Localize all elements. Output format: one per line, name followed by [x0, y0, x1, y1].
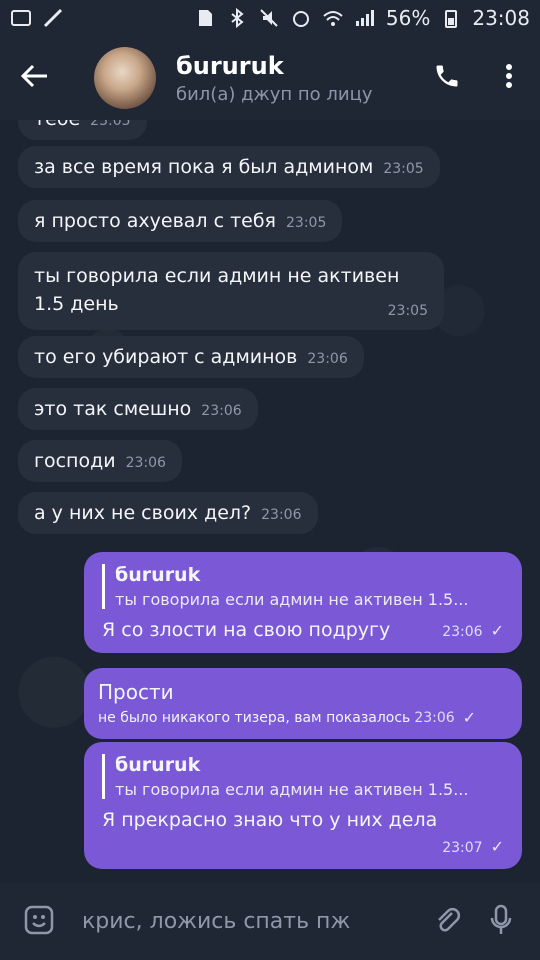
phone-icon — [433, 62, 461, 94]
arrow-left-icon — [20, 64, 49, 92]
incoming-message[interactable]: это так смешно 23:06 — [18, 388, 258, 430]
message-time: 23:06 — [261, 507, 302, 523]
message-time: 23:05 — [90, 120, 131, 129]
message-time: 23:05 — [383, 161, 424, 177]
avatar[interactable] — [94, 47, 156, 109]
check-icon: ✓ — [490, 621, 504, 640]
message-subtext: не было никакого тизера, вам показалось — [98, 709, 411, 726]
clock: 23:08 — [472, 6, 530, 30]
alarm-icon — [290, 7, 312, 29]
reply-quote[interactable]: бururuk ты говорила если админ не активе… — [102, 564, 504, 609]
chat-title: бururuk — [176, 51, 284, 80]
incoming-message[interactable]: тебе 23:05 — [18, 120, 147, 140]
microphone-icon — [489, 904, 513, 940]
mic-button[interactable] — [474, 895, 528, 949]
paperclip-icon — [432, 905, 462, 939]
message-time: 23:06 — [414, 709, 455, 726]
message-text: это так смешно — [34, 398, 192, 420]
message-time: 23:06 — [307, 351, 348, 367]
battery-percent: 56% — [385, 6, 431, 30]
sim-icon — [194, 7, 216, 29]
message-text: то его убирают с админов — [34, 346, 298, 368]
wifi-icon — [322, 7, 344, 29]
chat-info[interactable]: бururuk бил(а) джуп по лицу н — [176, 52, 416, 105]
back-button[interactable] — [0, 36, 70, 120]
message-text: Я прекрасно знаю что у них дела — [102, 809, 438, 831]
incoming-message[interactable]: я просто ахуевал с тебя 23:05 — [18, 200, 343, 242]
outgoing-message[interactable]: бururuk ты говорила если админ не активе… — [84, 742, 522, 869]
outgoing-message[interactable]: Прости не было никакого тизера, вам пока… — [84, 668, 522, 739]
signal-icon — [354, 7, 376, 29]
mute-icon — [258, 7, 280, 29]
outgoing-message[interactable]: бururuk ты говорила если админ не активе… — [84, 552, 522, 653]
check-icon: ✓ — [490, 837, 504, 856]
quote-author: бururuk — [115, 754, 201, 776]
message-time: 23:07 — [442, 840, 483, 856]
message-time: 23:06 — [442, 624, 483, 640]
message-time: 23:06 — [125, 455, 166, 471]
compose-bar: крис, ложись спать пж — [0, 883, 540, 960]
message-list[interactable]: тебе 23:05 за все время пока я был админо… — [0, 120, 540, 883]
gallery-icon — [10, 7, 32, 29]
attach-button[interactable] — [420, 895, 474, 949]
emoji-button[interactable] — [12, 895, 66, 949]
call-button[interactable] — [416, 36, 478, 120]
menu-button[interactable] — [478, 36, 540, 120]
status-bar: 56% 23:08 — [0, 0, 540, 36]
check-icon: ✓ — [462, 708, 477, 727]
incoming-message[interactable]: за все время пока я был админом 23:05 — [18, 146, 440, 188]
message-input[interactable]: крис, ложись спать пж — [82, 909, 420, 934]
message-text: Я со злости на свою подругу — [102, 619, 391, 641]
message-text: господи — [34, 450, 116, 472]
message-time: 23:05 — [286, 215, 327, 231]
incoming-message[interactable]: господи 23:06 — [18, 440, 182, 482]
message-time: 23:05 — [387, 303, 428, 319]
reply-quote[interactable]: бururuk ты говорила если админ не активе… — [102, 754, 504, 799]
message-time: 23:06 — [201, 403, 242, 419]
incoming-message[interactable]: ты говорила если админ не активен 1.5 де… — [18, 252, 444, 330]
message-text: за все время пока я был админом — [34, 156, 374, 178]
bluetooth-icon — [226, 7, 248, 29]
incoming-message[interactable]: то его убирают с админов 23:06 — [18, 336, 364, 378]
quote-text: ты говорила если админ не активен 1.5... — [115, 590, 469, 609]
incoming-message[interactable]: а у них не своих дел? 23:06 — [18, 492, 318, 534]
message-text: а у них не своих дел? — [34, 502, 252, 524]
chat-status: бил(а) джуп по лицу н — [176, 83, 376, 105]
message-text: тебе — [34, 120, 80, 130]
brush-icon — [42, 7, 64, 29]
quote-author: бururuk — [115, 564, 201, 586]
battery-icon — [440, 7, 462, 29]
message-text: я просто ахуевал с тебя — [34, 210, 276, 232]
message-text: Прости — [98, 680, 174, 704]
chat-header: бururuk бил(а) джуп по лицу н — [0, 36, 540, 120]
quote-text: ты говорила если админ не активен 1.5... — [115, 780, 469, 799]
more-vert-icon — [505, 63, 513, 93]
emoji-icon — [24, 905, 54, 939]
